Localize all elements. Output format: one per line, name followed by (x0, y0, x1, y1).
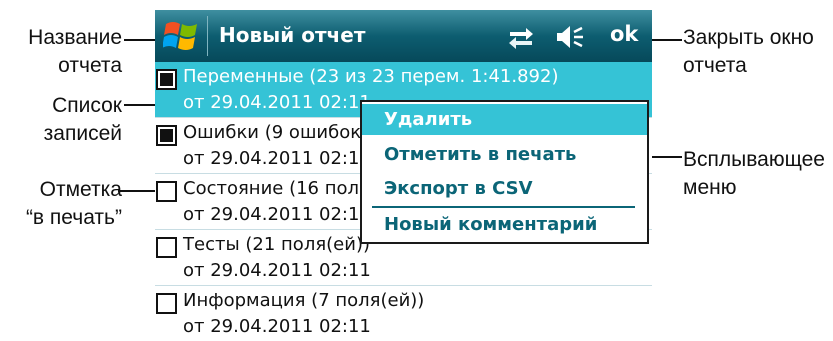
record-date: от 29.04.2011 02:11 (183, 148, 371, 169)
speaker-volume-icon[interactable] (555, 24, 585, 50)
record-title: Информация (7 поля(ей)) (183, 290, 425, 311)
ok-button[interactable]: ok (610, 22, 638, 46)
title-separator (207, 16, 208, 56)
print-mark-checkbox[interactable] (156, 69, 177, 90)
record-title: Ошибки (9 ошибок) (183, 122, 369, 143)
title-bar: Новый отчет ok (155, 10, 652, 62)
menu-item-mark-for-print[interactable]: Отметить в печать (362, 139, 647, 170)
callout-close-report: Закрыть окно отчета (683, 26, 814, 77)
record-date: от 29.04.2011 02:11 (183, 260, 371, 281)
list-item[interactable]: Информация (7 поля(ей)) от 29.04.2011 02… (155, 286, 652, 341)
callout-record-list: Список записей (43, 94, 122, 145)
record-date: от 29.04.2011 02:11 (183, 92, 371, 113)
print-mark-checkbox[interactable] (156, 125, 177, 146)
callout-print-mark: Отметка “в печать” (25, 178, 122, 229)
record-date: от 29.04.2011 02:11 (183, 316, 371, 337)
print-mark-checkbox[interactable] (156, 237, 177, 258)
record-title: Переменные (23 из 23 перем. 1:41.892) (183, 66, 559, 87)
connectivity-arrows-icon[interactable] (508, 25, 534, 49)
print-mark-checkbox[interactable] (156, 293, 177, 314)
report-title: Новый отчет (219, 23, 366, 47)
menu-item-new-comment[interactable]: Новый комментарий (362, 209, 647, 240)
menu-item-export-csv[interactable]: Экспорт в CSV (362, 173, 647, 204)
record-date: от 29.04.2011 02:11 (183, 204, 371, 225)
callout-report-name: Название отчета (28, 26, 122, 77)
popup-menu: Удалить Отметить в печать Экспорт в CSV … (360, 100, 649, 244)
menu-item-delete[interactable]: Удалить (362, 104, 647, 135)
callout-popup-menu: Всплывающее меню (683, 148, 825, 199)
record-title: Тесты (21 поля(ей)) (183, 234, 370, 255)
print-mark-checkbox[interactable] (156, 181, 177, 202)
windows-start-icon[interactable] (163, 19, 201, 53)
menu-divider (372, 206, 635, 208)
